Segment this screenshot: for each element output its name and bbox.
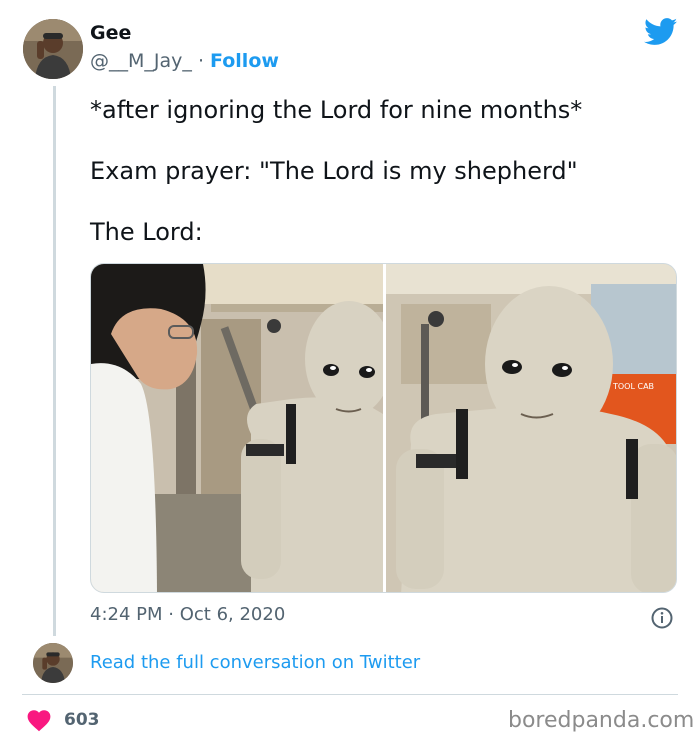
tweet-text-line-1: *after ignoring the Lord for nine months…: [90, 96, 583, 124]
avatar-photo-small: [33, 643, 73, 683]
footer-divider: [22, 694, 678, 695]
author-avatar[interactable]: [23, 19, 83, 79]
media-photo: TOOL CAB: [91, 264, 676, 592]
handle-separator: ·: [197, 50, 204, 72]
tweet-timestamp[interactable]: 4:24 PM · Oct 6, 2020: [90, 604, 285, 625]
author-handle[interactable]: @__M_Jay_: [90, 50, 192, 72]
read-conversation-link[interactable]: Read the full conversation on Twitter: [90, 652, 420, 673]
author-name[interactable]: Gee: [90, 22, 131, 44]
media-left-panel: [91, 264, 393, 592]
info-icon[interactable]: [651, 607, 673, 633]
avatar-photo: [23, 19, 83, 79]
heart-icon[interactable]: [27, 710, 51, 736]
follow-button[interactable]: Follow: [210, 50, 279, 72]
twitter-bird-icon[interactable]: [644, 18, 678, 50]
tweet-text-line-3: The Lord:: [90, 218, 203, 246]
author-handle-row: @__M_Jay_ · Follow: [90, 50, 279, 72]
watermark: boredpanda.com: [508, 708, 695, 733]
like-count[interactable]: 603: [64, 710, 100, 730]
conversation-avatar[interactable]: [33, 643, 73, 683]
timestamp-separator: ·: [168, 604, 174, 625]
tweet-media[interactable]: TOOL CAB: [90, 263, 677, 593]
media-right-panel: TOOL CAB: [386, 264, 676, 592]
tool-cab-sign: TOOL CAB: [612, 382, 654, 391]
tweet-date: Oct 6, 2020: [179, 604, 286, 625]
thread-line: [53, 86, 56, 636]
tweet-time: 4:24 PM: [90, 604, 163, 625]
tweet-text-line-2: Exam prayer: "The Lord is my shepherd": [90, 157, 578, 185]
